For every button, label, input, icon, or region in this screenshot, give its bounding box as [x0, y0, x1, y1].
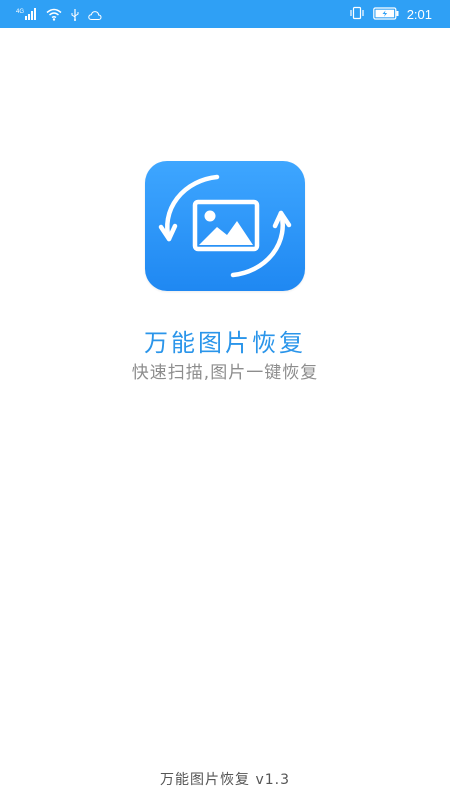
splash-screen: 4G 2:01 万能图片恢复 快速扫描,图片一键恢复 万能图片恢复 v1.3: [0, 0, 450, 800]
image-restore-icon: [158, 174, 292, 278]
battery-icon: [372, 5, 399, 24]
version-footer: 万能图片恢复 v1.3: [160, 772, 290, 788]
signal-icon: 4G: [16, 6, 38, 25]
app-logo: [145, 161, 305, 291]
wifi-icon: [46, 6, 62, 25]
status-right: 2:01: [349, 5, 432, 24]
status-time: 2:01: [406, 7, 432, 22]
app-name: 万能图片恢复: [144, 329, 306, 357]
status-bar: 4G 2:01: [0, 0, 450, 28]
vibrate-icon: [349, 5, 365, 24]
app-slogan: 快速扫描,图片一键恢复: [131, 363, 319, 383]
cloud-icon: [88, 6, 102, 25]
usb-icon: [70, 6, 80, 25]
network-type-label: 4G: [16, 9, 24, 15]
status-left: 4G: [16, 6, 102, 25]
